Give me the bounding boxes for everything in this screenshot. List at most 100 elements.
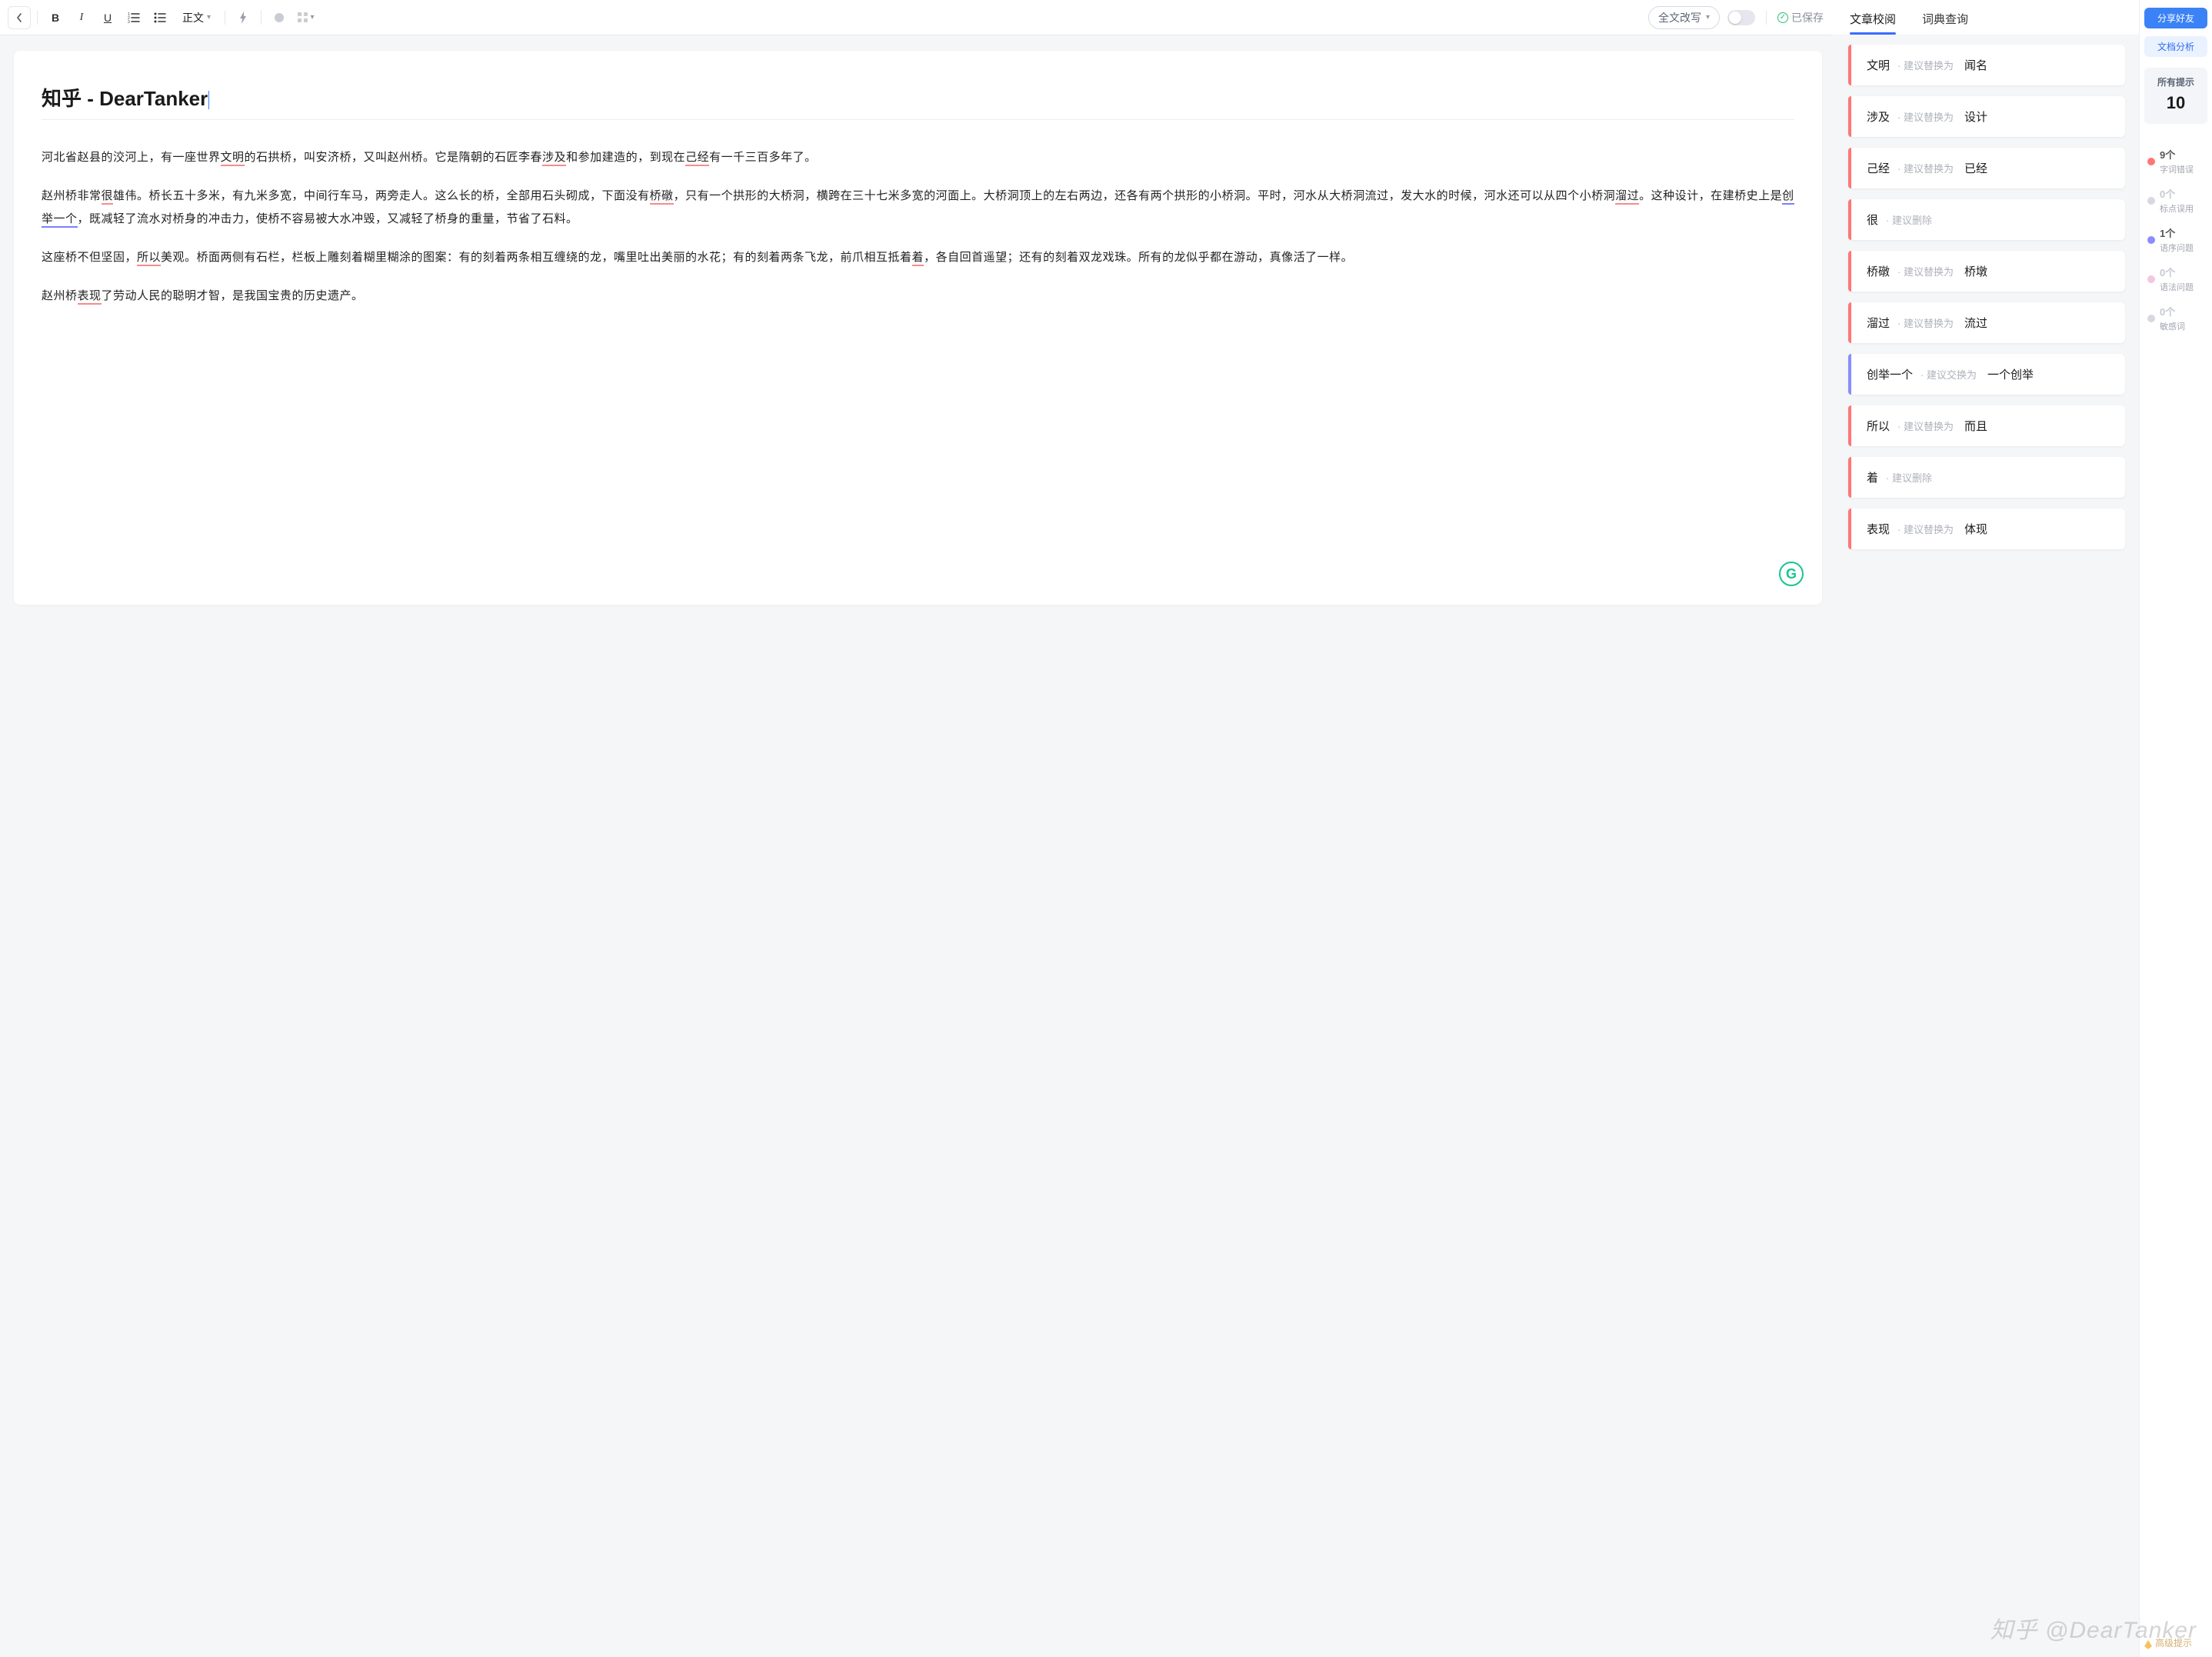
suggestion-replacement: 而且 bbox=[1964, 418, 1987, 434]
rewrite-dropdown[interactable]: 全文改写 ▾ bbox=[1648, 6, 1720, 29]
mid-tabs: 文章校阅 词典查询 bbox=[1831, 0, 2139, 35]
suggestion-hint: 建议替换为 bbox=[1897, 418, 1954, 433]
suggestion-card[interactable]: 很建议删除 bbox=[1848, 199, 2125, 240]
suggestion-column: 文章校阅 词典查询 文明建议替换为闻名涉及建议替换为设计己经建议替换为已经很建议… bbox=[1831, 0, 2139, 1657]
category-row: 0个敏感词 bbox=[2147, 304, 2207, 332]
category-row: 0个语法问题 bbox=[2147, 265, 2207, 293]
dot-icon bbox=[2147, 158, 2155, 165]
error-underline[interactable]: 很 bbox=[102, 189, 114, 205]
suggestion-word: 表现 bbox=[1867, 521, 1890, 537]
grammarly-badge[interactable]: G bbox=[1779, 562, 1804, 586]
stats-sidebar: 分享好友 文档分析 所有提示 10 9个字词错误0个标点误用1个语序问题0个语法… bbox=[2139, 0, 2212, 1657]
grid-button[interactable]: ▾ bbox=[294, 6, 317, 29]
paragraph[interactable]: 赵州桥表现了劳动人民的聪明才智，是我国宝贵的历史遗产。 bbox=[42, 285, 1794, 308]
caret-down-icon: ▾ bbox=[207, 13, 211, 22]
analyze-button[interactable]: 文档分析 bbox=[2144, 36, 2207, 57]
error-underline[interactable]: 着 bbox=[912, 251, 924, 266]
suggestion-replacement: 体现 bbox=[1964, 521, 1987, 537]
error-underline[interactable]: 己经 bbox=[685, 151, 709, 166]
suggestion-card[interactable]: 涉及建议替换为设计 bbox=[1848, 96, 2125, 137]
suggestion-word: 所以 bbox=[1867, 418, 1890, 434]
suggestion-word: 桥礅 bbox=[1867, 263, 1890, 279]
error-underline[interactable]: 文明 bbox=[221, 151, 245, 166]
paragraph[interactable]: 这座桥不但坚固，所以美观。桥面两侧有石栏，栏板上雕刻着糊里糊涂的图案：有的刻着两… bbox=[42, 246, 1794, 269]
unordered-list-button[interactable] bbox=[148, 6, 172, 29]
ordered-list-icon: 123 bbox=[128, 12, 140, 23]
suggestion-card[interactable]: 表现建议替换为体现 bbox=[1848, 508, 2125, 549]
tab-proofread[interactable]: 文章校阅 bbox=[1850, 11, 1896, 35]
saved-status: ✓ 已保存 bbox=[1777, 10, 1824, 25]
paragraph[interactable]: 河北省赵县的洨河上，有一座世界文明的石拱桥，叫安济桥，又叫赵州桥。它是隋朝的石匠… bbox=[42, 146, 1794, 169]
category-count: 0个 bbox=[2160, 186, 2194, 201]
error-underline[interactable]: 溜过 bbox=[1615, 189, 1639, 205]
category-row[interactable]: 1个语序问题 bbox=[2147, 225, 2207, 254]
suggestion-replacement: 一个创举 bbox=[1987, 366, 2034, 382]
italic-button[interactable]: I bbox=[70, 6, 93, 29]
check-circle-icon: ✓ bbox=[1777, 12, 1788, 23]
dot-icon bbox=[2147, 236, 2155, 244]
mode-toggle[interactable] bbox=[1727, 10, 1755, 25]
unordered-list-icon bbox=[154, 12, 166, 23]
lightning-button[interactable] bbox=[232, 6, 255, 29]
category-row: 0个标点误用 bbox=[2147, 186, 2207, 215]
paragraph[interactable]: 赵州桥非常很雄伟。桥长五十多米，有九米多宽，中间行车马，两旁走人。这么长的桥，全… bbox=[42, 185, 1794, 231]
suggestion-card[interactable]: 桥礅建议替换为桥墩 bbox=[1848, 251, 2125, 292]
error-underline[interactable]: 涉及 bbox=[542, 151, 566, 166]
suggestion-card[interactable]: 文明建议替换为闻名 bbox=[1848, 45, 2125, 85]
bold-button[interactable]: B bbox=[44, 6, 67, 29]
suggestion-word: 溜过 bbox=[1867, 315, 1890, 331]
suggestion-list[interactable]: 文明建议替换为闻名涉及建议替换为设计己经建议替换为已经很建议删除桥礅建议替换为桥… bbox=[1831, 35, 2139, 1657]
dot-icon bbox=[2147, 315, 2155, 322]
suggestion-word: 文明 bbox=[1867, 57, 1890, 73]
category-label: 语序问题 bbox=[2160, 242, 2194, 254]
back-button[interactable] bbox=[8, 6, 31, 29]
suggestion-hint: 建议替换为 bbox=[1897, 58, 1954, 72]
category-count: 0个 bbox=[2160, 304, 2185, 318]
suggestion-card[interactable]: 溜过建议替换为流过 bbox=[1848, 302, 2125, 343]
category-row[interactable]: 9个字词错误 bbox=[2147, 147, 2207, 175]
suggestion-word: 创举一个 bbox=[1867, 366, 1913, 382]
error-underline[interactable]: 桥礅 bbox=[650, 189, 674, 205]
suggestion-hint: 建议替换为 bbox=[1897, 109, 1954, 124]
document-title[interactable]: 知乎 - DearTanker bbox=[42, 83, 1794, 120]
caret-down-icon: ▾ bbox=[1706, 13, 1710, 22]
suggestion-hint: 建议替换为 bbox=[1897, 522, 1954, 536]
suggestion-hint: 建议替换为 bbox=[1897, 161, 1954, 175]
suggestion-replacement: 流过 bbox=[1964, 315, 1987, 331]
circle-icon bbox=[273, 12, 285, 24]
suggestion-hint: 建议替换为 bbox=[1897, 315, 1954, 330]
circle-button[interactable] bbox=[268, 6, 291, 29]
ordered-list-button[interactable]: 123 bbox=[122, 6, 145, 29]
error-underline[interactable]: 所以 bbox=[137, 251, 161, 266]
dot-icon bbox=[2147, 275, 2155, 283]
style-dropdown[interactable]: 正文▾ bbox=[175, 6, 218, 29]
all-hints-box[interactable]: 所有提示 10 bbox=[2144, 68, 2207, 124]
caret-down-icon: ▾ bbox=[311, 13, 315, 22]
error-underline[interactable]: 表现 bbox=[78, 289, 102, 305]
chevron-left-icon bbox=[16, 13, 22, 22]
suggestion-card[interactable]: 己经建议替换为已经 bbox=[1848, 148, 2125, 188]
suggestion-replacement: 已经 bbox=[1964, 160, 1987, 176]
suggestion-word: 着 bbox=[1867, 469, 1878, 485]
grid-icon bbox=[297, 12, 309, 24]
lightning-icon bbox=[238, 12, 248, 24]
share-button[interactable]: 分享好友 bbox=[2144, 8, 2207, 28]
category-label: 语法问题 bbox=[2160, 281, 2194, 293]
suggestion-word: 己经 bbox=[1867, 160, 1890, 176]
suggestion-replacement: 闻名 bbox=[1964, 57, 1987, 73]
suggestion-replacement: 设计 bbox=[1964, 108, 1987, 125]
tab-dictionary[interactable]: 词典查询 bbox=[1922, 11, 1968, 35]
suggestion-card[interactable]: 创举一个建议交换为一个创举 bbox=[1848, 354, 2125, 395]
toolbar: B I U 123 正文▾ ▾ bbox=[0, 0, 1831, 35]
svg-text:3: 3 bbox=[128, 20, 130, 23]
suggestion-hint: 建议交换为 bbox=[1921, 367, 1977, 382]
suggestion-word: 很 bbox=[1867, 212, 1878, 228]
underline-button[interactable]: U bbox=[96, 6, 119, 29]
suggestion-card[interactable]: 着建议删除 bbox=[1848, 457, 2125, 498]
category-label: 敏感词 bbox=[2160, 320, 2185, 332]
advanced-hints[interactable]: 高级提示 bbox=[2144, 1636, 2207, 1649]
diamond-icon bbox=[2144, 1636, 2152, 1646]
document-scroll[interactable]: 知乎 - DearTanker 河北省赵县的洨河上，有一座世界文明的石拱桥，叫安… bbox=[0, 35, 1831, 1657]
suggestion-card[interactable]: 所以建议替换为而且 bbox=[1848, 405, 2125, 446]
document[interactable]: 知乎 - DearTanker 河北省赵县的洨河上，有一座世界文明的石拱桥，叫安… bbox=[14, 51, 1822, 605]
